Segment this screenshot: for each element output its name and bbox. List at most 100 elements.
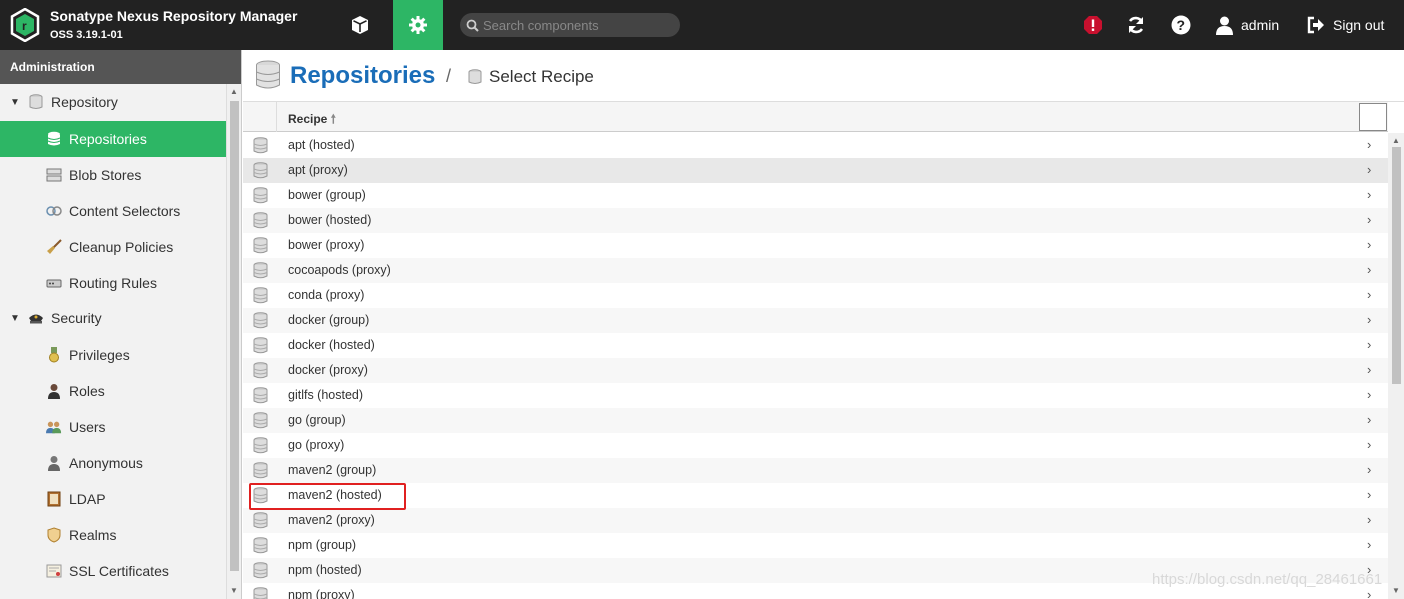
sidebar-item-label: Privileges [69,347,130,363]
recipe-label: go (proxy) [288,438,345,452]
database-icon [253,437,268,459]
table-row[interactable]: gitlfs (hosted) › [243,383,1388,408]
sidebar-item-content-selectors[interactable]: Content Selectors [0,193,226,229]
column-menu-box[interactable] [1359,103,1387,131]
database-icon [253,337,268,359]
table-row[interactable]: bower (hosted) › [243,208,1388,233]
table-row[interactable]: maven2 (hosted) › [243,483,1388,508]
table-row[interactable]: apt (proxy) › [243,158,1388,183]
table-row[interactable]: docker (hosted) › [243,333,1388,358]
refresh-button[interactable] [1126,13,1146,37]
help-icon: ? [1171,15,1191,35]
database-icon [28,94,44,110]
table-row[interactable]: go (group) › [243,408,1388,433]
chevron-right-icon: › [1367,587,1372,599]
search-box[interactable] [460,13,680,37]
table-row[interactable]: docker (group) › [243,308,1388,333]
cube-icon [352,16,368,34]
table-row[interactable]: bower (group) › [243,183,1388,208]
database-icon [253,237,268,259]
recipe-label: bower (group) [288,188,366,202]
page-title[interactable]: Repositories [290,62,435,90]
admin-mode-button[interactable] [393,0,443,50]
table-row[interactable]: apt (hosted) › [243,133,1388,158]
sidebar-scroll-thumb[interactable] [230,101,239,571]
table-row[interactable]: cocoapods (proxy) › [243,258,1388,283]
book-icon [46,491,62,507]
scroll-up-arrow-icon[interactable]: ▲ [1392,136,1400,145]
sidebar-item-roles[interactable]: Roles [0,373,226,409]
sign-out-button[interactable]: Sign out [1307,13,1384,37]
database-icon [255,60,281,95]
database-icon [468,69,482,90]
grid-scrollbar[interactable]: ▲ ▼ [1388,133,1404,599]
help-button[interactable]: ? [1171,13,1191,37]
sidebar-item-repositories[interactable]: Repositories [0,121,226,157]
table-row[interactable]: docker (proxy) › [243,358,1388,383]
sidebar-item-realms[interactable]: Realms [0,517,226,553]
chevron-right-icon: › [1367,237,1372,252]
scroll-down-arrow-icon[interactable]: ▼ [230,586,238,595]
scroll-up-arrow-icon[interactable]: ▲ [230,87,238,96]
sidebar-scrollbar[interactable]: ▲ ▼ [226,84,241,599]
nexus-logo-icon[interactable]: r [10,7,40,43]
server-icon [46,167,62,183]
chevron-right-icon: › [1367,287,1372,302]
sidebar-item-label: Repositories [69,131,147,147]
recipe-label: npm (hosted) [288,563,362,577]
users-icon [46,419,62,435]
chevron-right-icon: › [1367,162,1372,177]
table-row[interactable]: bower (proxy) › [243,233,1388,258]
recipe-list: apt (hosted) › apt (proxy) › bower (group) › b… [243,133,1388,599]
router-icon [46,275,62,291]
sidebar-item-anonymous[interactable]: Anonymous [0,445,226,481]
alert-button[interactable] [1083,13,1103,37]
sidebar-item-users[interactable]: Users [0,409,226,445]
gear-icon [409,16,427,34]
chevron-right-icon: › [1367,512,1372,527]
search-input[interactable] [483,17,673,33]
database-icon [253,312,268,334]
table-row[interactable]: maven2 (proxy) › [243,508,1388,533]
database-icon [253,412,268,434]
sidebar-item-cleanup-policies[interactable]: Cleanup Policies [0,229,226,265]
recipe-label: gitlfs (hosted) [288,388,364,402]
sidebar-item-routing-rules[interactable]: Routing Rules [0,265,226,301]
chevron-right-icon: › [1367,137,1372,152]
database-icon [253,487,268,509]
recipe-label: bower (hosted) [288,213,372,227]
database-icon [253,137,268,159]
sidebar-item-blob-stores[interactable]: Blob Stores [0,157,226,193]
sidebar-group-security[interactable]: ▼ Security [0,300,226,336]
sidebar-item-label: Anonymous [69,455,143,471]
table-row[interactable]: npm (group) › [243,533,1388,558]
sidebar-item-label: Users [69,419,106,435]
sidebar-item-ldap[interactable]: LDAP [0,481,226,517]
alert-icon [1084,16,1102,34]
chevron-right-icon: › [1367,537,1372,552]
chevron-right-icon: › [1367,387,1372,402]
broom-icon [46,239,62,255]
database-icon [253,387,268,409]
user-menu[interactable]: admin [1216,13,1279,37]
database-stack-icon [46,131,62,147]
breadcrumb-current: Select Recipe [489,67,594,86]
chevron-right-icon: › [1367,312,1372,327]
database-icon [253,187,268,209]
content-selector-icon [46,203,62,219]
sidebar-header: Administration [0,50,241,84]
database-icon [253,587,268,599]
recipe-label: docker (group) [288,313,370,327]
table-row[interactable]: maven2 (group) › [243,458,1388,483]
table-row[interactable]: conda (proxy) › [243,283,1388,308]
sidebar-item-ssl-certificates[interactable]: SSL Certificates [0,553,226,589]
sidebar-group-repository[interactable]: ▼ Repository [0,84,226,120]
scroll-down-arrow-icon[interactable]: ▼ [1392,586,1400,595]
sidebar-item-label: LDAP [69,491,106,507]
browse-mode-button[interactable] [335,0,385,50]
svg-text:?: ? [1177,17,1186,33]
sidebar-item-privileges[interactable]: Privileges [0,337,226,373]
grid-scroll-thumb[interactable] [1392,147,1401,384]
recipe-column-header[interactable]: Recipe 🠕 [288,110,336,131]
table-row[interactable]: go (proxy) › [243,433,1388,458]
